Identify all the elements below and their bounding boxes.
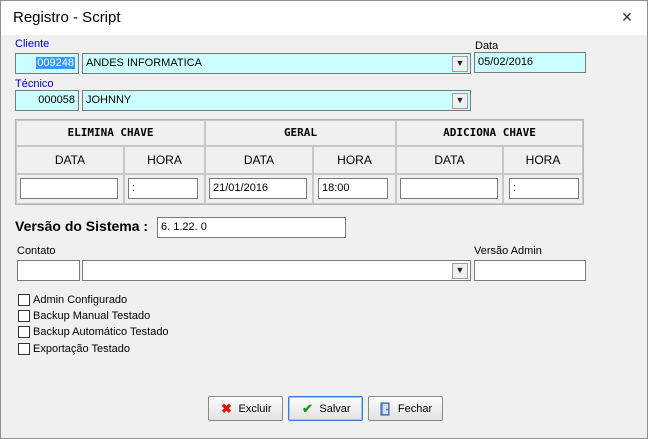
- group-header-elimina-chave: ELIMINA CHAVE: [16, 120, 205, 146]
- contato-label: Contato: [17, 245, 56, 257]
- col-hora-header: HORA: [124, 146, 205, 174]
- tecnico-name-value: JOHNNY: [86, 94, 132, 106]
- group-header-adiciona-chave: ADICIONA CHAVE: [396, 120, 583, 146]
- group-header-geral: GERAL: [205, 120, 396, 146]
- col-data-header: DATA: [205, 146, 313, 174]
- admin-configurado-label: Admin Configurado: [33, 294, 128, 306]
- adiciona-data-input[interactable]: [400, 178, 498, 199]
- green-check-icon: ✔: [301, 400, 313, 416]
- versao-admin-label: Versão Admin: [474, 245, 542, 257]
- col-data-header: DATA: [16, 146, 124, 174]
- versao-sistema-label: Versão do Sistema :: [15, 218, 149, 234]
- fechar-label: Fechar: [397, 402, 433, 415]
- salvar-button[interactable]: ✔ Salvar: [288, 396, 363, 421]
- cliente-name-value: ANDES INFORMATICA: [86, 57, 202, 69]
- close-icon[interactable]: ✕: [615, 7, 639, 29]
- exportacao-checkbox[interactable]: [18, 343, 30, 355]
- cliente-label: Cliente: [15, 38, 50, 50]
- elimina-hora-input[interactable]: :: [128, 178, 198, 199]
- tecnico-code-field[interactable]: 000058: [15, 90, 79, 111]
- contato-code-field[interactable]: [17, 260, 80, 281]
- red-x-icon: ✖: [221, 400, 232, 416]
- contato-name-combobox[interactable]: ▼: [82, 260, 471, 281]
- col-data-header: DATA: [396, 146, 503, 174]
- versao-sistema-field[interactable]: 6. 1.22. 0: [157, 217, 346, 238]
- versao-admin-field[interactable]: [474, 260, 586, 281]
- backup-automatico-checkbox[interactable]: [18, 326, 30, 338]
- window-title: Registro - Script: [13, 9, 121, 26]
- chevron-down-icon[interactable]: ▼: [452, 263, 468, 279]
- tecnico-name-combobox[interactable]: JOHNNY ▼: [82, 90, 471, 111]
- cliente-name-combobox[interactable]: ANDES INFORMATICA ▼: [82, 53, 471, 74]
- title-bar[interactable]: Registro - Script ✕: [1, 1, 647, 35]
- elimina-data-input[interactable]: [20, 178, 118, 199]
- excluir-button[interactable]: ✖ Excluir: [208, 396, 283, 421]
- geral-hora-input[interactable]: 18:00: [318, 178, 388, 199]
- backup-manual-checkbox[interactable]: [18, 310, 30, 322]
- cliente-code-value: 009248: [36, 57, 75, 69]
- col-hora-header: HORA: [503, 146, 583, 174]
- data-label: Data: [475, 40, 499, 52]
- tecnico-label: Técnico: [15, 78, 54, 90]
- door-exit-icon: [379, 402, 393, 416]
- data-field[interactable]: 05/02/2016: [474, 52, 586, 73]
- chevron-down-icon[interactable]: ▼: [452, 93, 468, 109]
- chevron-down-icon[interactable]: ▼: [452, 56, 468, 72]
- fechar-button[interactable]: Fechar: [368, 396, 443, 421]
- backup-manual-label: Backup Manual Testado: [33, 310, 151, 322]
- dialog-window: Registro - Script ✕ Cliente 009248 ANDES…: [0, 0, 648, 439]
- adiciona-hora-input[interactable]: :: [509, 178, 579, 199]
- salvar-label: Salvar: [319, 402, 351, 415]
- excluir-label: Excluir: [238, 402, 272, 415]
- cliente-code-field[interactable]: 009248: [15, 53, 79, 74]
- admin-configurado-checkbox[interactable]: [18, 294, 30, 306]
- col-hora-header: HORA: [313, 146, 396, 174]
- backup-automatico-label: Backup Automático Testado: [33, 326, 169, 338]
- exportacao-label: Exportação Testado: [33, 343, 131, 355]
- geral-data-input[interactable]: 21/01/2016: [209, 178, 307, 199]
- schedule-grid: ELIMINA CHAVE DATA HORA : GERAL DATA HOR…: [15, 119, 584, 205]
